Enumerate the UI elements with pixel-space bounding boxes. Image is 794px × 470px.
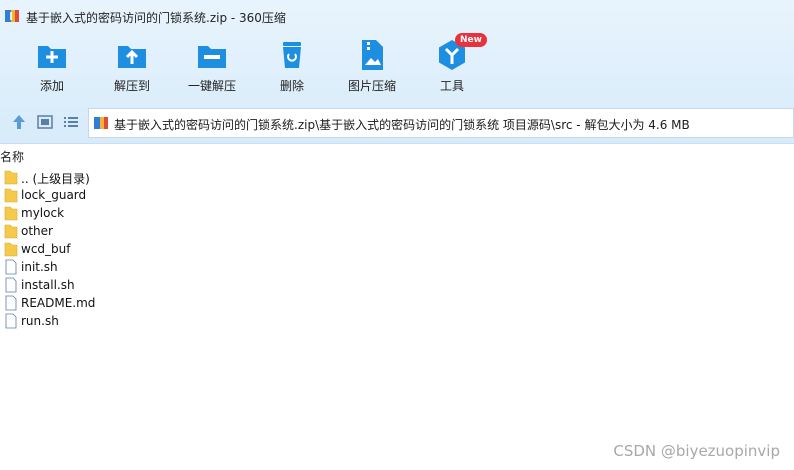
up-arrow-icon[interactable]	[10, 113, 28, 131]
top-panel: 基于嵌入式的密码访问的门锁系统.zip - 360压缩 添加 解压到 一键解压	[0, 0, 794, 144]
new-badge: New	[455, 33, 487, 47]
folder-icon	[4, 224, 18, 239]
add-label: 添加	[39, 79, 64, 93]
folder-icon	[4, 242, 18, 257]
item-name: init.sh	[21, 260, 58, 274]
file-icon	[5, 277, 17, 293]
folder-icon	[4, 206, 18, 221]
delete-icon	[283, 42, 301, 68]
list-item[interactable]: wcd_buf	[4, 240, 204, 258]
item-name: wcd_buf	[21, 242, 71, 256]
image-compress-label: 图片压缩	[347, 79, 396, 93]
one-click-extract-icon	[198, 46, 226, 68]
item-name: other	[21, 224, 53, 238]
address-bar[interactable]: 基于嵌入式的密码访问的门锁系统.zip\基于嵌入式的密码访问的门锁系统 项目源码…	[88, 108, 794, 138]
list-item[interactable]: run.sh	[4, 312, 204, 330]
thumbnail-view-icon[interactable]	[36, 113, 54, 131]
navigation-bar: 基于嵌入式的密码访问的门锁系统.zip\基于嵌入式的密码访问的门锁系统 项目源码…	[0, 105, 794, 138]
title-bar: 基于嵌入式的密码访问的门锁系统.zip - 360压缩	[0, 0, 794, 34]
watermark: CSDN @biyezuopinvip	[613, 442, 780, 460]
file-icon	[5, 313, 17, 329]
zip-archive-icon	[5, 10, 19, 22]
image-compress-icon	[362, 40, 383, 70]
list-item[interactable]: .. (上级目录)	[4, 168, 204, 186]
folder-icon	[4, 170, 18, 185]
add-icon	[38, 46, 66, 68]
one-click-extract-label: 一键解压	[187, 79, 236, 93]
delete-button[interactable]: 删除	[252, 38, 332, 96]
item-name: install.sh	[21, 278, 75, 292]
list-item[interactable]: install.sh	[4, 276, 204, 294]
extract-to-button[interactable]: 解压到	[92, 38, 172, 96]
archive-path: 基于嵌入式的密码访问的门锁系统.zip\基于嵌入式的密码访问的门锁系统 项目源码…	[114, 118, 690, 132]
list-item[interactable]: other	[4, 222, 204, 240]
delete-label: 删除	[279, 79, 304, 93]
window-title: 基于嵌入式的密码访问的门锁系统.zip - 360压缩	[26, 11, 286, 25]
toolbar: 添加 解压到 一键解压 删除 图片压缩 New 工具	[0, 33, 794, 96]
folder-icon	[4, 188, 18, 203]
tools-button[interactable]: New 工具	[412, 33, 492, 96]
list-item[interactable]: mylock	[4, 204, 204, 222]
item-name: mylock	[21, 206, 65, 220]
image-compress-button[interactable]: 图片压缩	[332, 38, 412, 96]
add-button[interactable]: 添加	[12, 38, 92, 96]
extract-to-label: 解压到	[113, 79, 150, 93]
extract-to-icon	[118, 46, 146, 68]
one-click-extract-button[interactable]: 一键解压	[172, 38, 252, 96]
list-item[interactable]: lock_guard	[4, 186, 204, 204]
list-view-icon[interactable]	[62, 113, 80, 131]
file-icon	[5, 259, 17, 275]
list-item[interactable]: README.md	[4, 294, 204, 312]
zip-archive-icon	[94, 117, 108, 129]
item-name: run.sh	[21, 314, 59, 328]
column-header-name[interactable]: 名称	[0, 148, 24, 165]
item-name: .. (上级目录)	[21, 172, 90, 186]
tools-label: 工具	[439, 79, 464, 93]
item-name: README.md	[21, 296, 96, 310]
file-icon	[5, 295, 17, 311]
item-name: lock_guard	[21, 188, 87, 202]
list-item[interactable]: init.sh	[4, 258, 204, 276]
